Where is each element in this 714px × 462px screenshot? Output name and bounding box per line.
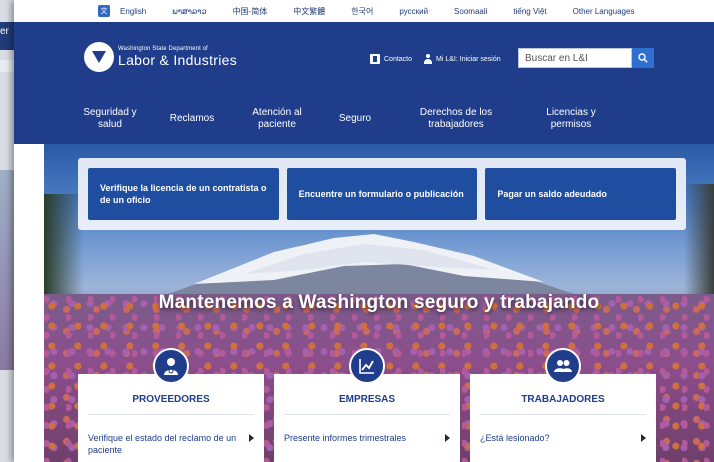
nav-item-workers-rights[interactable]: Derechos de los trabajadores (408, 107, 504, 131)
verify-license-button[interactable]: Verifique la licencia de un contratista … (88, 168, 279, 220)
nav-item-patient-care[interactable]: Atención al paciente (242, 107, 312, 131)
provider-icon (153, 348, 189, 384)
chart-icon (349, 348, 385, 384)
card-title: EMPRESAS (338, 394, 396, 405)
language-link-chinese-simplified[interactable]: 中国-简体 (233, 6, 268, 17)
language-link-vietnamese[interactable]: tiếng Việt (513, 7, 546, 16)
main-nav: Seguridad y salud Reclamos Atención al p… (14, 94, 714, 144)
language-link-russian[interactable]: русский (399, 7, 428, 16)
card-divider (480, 414, 646, 415)
login-link[interactable]: Mi L&I: Iniciar sesión (436, 56, 501, 63)
utility-links: Contacto Mi L&I: Iniciar sesión (370, 54, 513, 64)
workers-icon (545, 348, 581, 384)
search-icon (638, 53, 648, 63)
language-link-english[interactable]: English (120, 7, 146, 16)
lni-logo[interactable]: Washington State Department of Labor & I… (84, 42, 237, 72)
card-businesses: EMPRESAS Presente informes trimestrales (274, 348, 460, 462)
language-link-chinese-traditional[interactable]: 中文繁體 (293, 6, 325, 17)
logo-title: Labor & Industries (118, 52, 238, 68)
nav-item-claims[interactable]: Reclamos (162, 113, 222, 125)
card-divider (88, 414, 254, 415)
card-link-text[interactable]: ¿Está lesionado? (480, 432, 630, 444)
translate-icon: 文 (98, 5, 110, 17)
chevron-right-icon (641, 434, 646, 442)
card-link[interactable]: Presente informes trimestrales (284, 432, 450, 444)
hero-banner: Verifique la licencia de un contratista … (44, 144, 714, 462)
hero-tagline: Mantenemos a Washington seguro y trabaja… (158, 292, 600, 313)
language-link-somali[interactable]: Soomaali (454, 7, 487, 16)
contact-link[interactable]: Contacto (384, 56, 412, 63)
nav-item-safety-health[interactable]: Seguridad y salud (74, 107, 146, 131)
card-title: TRABAJADORES (521, 394, 605, 405)
card-link-text[interactable]: Presente informes trimestrales (284, 432, 434, 444)
chevron-right-icon (445, 434, 450, 442)
site-header: Washington State Department of Labor & I… (14, 22, 714, 94)
find-form-button[interactable]: Encuentre un formulario o publicación (286, 168, 478, 220)
background-window-title: er (0, 26, 9, 37)
search-bar (518, 48, 654, 68)
search-input[interactable] (518, 48, 632, 68)
quick-actions-panel: Verifique la licencia de un contratista … (78, 158, 686, 230)
card-link-text[interactable]: Verifique el estado del reclamo de un pa… (88, 432, 238, 456)
audience-cards: PROVEEDORES Verifique el estado del recl… (78, 348, 668, 462)
card-workers: TRABAJADORES ¿Está lesionado? (470, 348, 656, 462)
pay-balance-button[interactable]: Pagar un saldo adeudado (485, 168, 677, 220)
card-providers: PROVEEDORES Verifique el estado del recl… (78, 348, 264, 462)
search-button[interactable] (632, 48, 654, 68)
card-title: PROVEEDORES (132, 394, 210, 405)
language-link-other[interactable]: Other Languages (573, 7, 635, 16)
language-link-lao[interactable]: ພາສາລາວ (172, 7, 206, 16)
lni-logo-icon (84, 42, 114, 72)
card-link[interactable]: Verifique el estado del reclamo de un pa… (88, 432, 254, 456)
nav-item-insurance[interactable]: Seguro (330, 113, 380, 125)
user-icon (424, 54, 433, 64)
card-link[interactable]: ¿Está lesionado? (480, 432, 646, 444)
language-link-korean[interactable]: 한국어 (351, 6, 373, 17)
chevron-right-icon (249, 434, 254, 442)
nav-item-licenses-permits[interactable]: Licencias y permisos (536, 107, 606, 131)
contact-icon (370, 54, 380, 64)
browser-page: 文 English ພາສາລາວ 中国-简体 中文繁體 한국어 русский… (14, 0, 714, 462)
language-bar: 文 English ພາສາລາວ 中国-简体 中文繁體 한국어 русский… (14, 0, 714, 22)
card-divider (284, 414, 450, 415)
